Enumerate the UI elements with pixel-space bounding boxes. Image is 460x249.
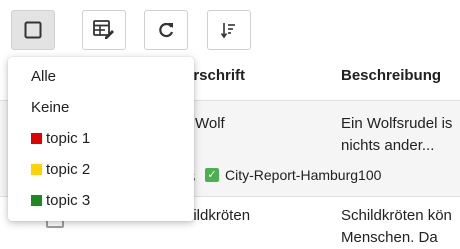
topic-color-swatch: [31, 133, 42, 144]
topic-color-swatch: [31, 164, 42, 175]
checkbox-icon: [24, 21, 42, 39]
tag-chip[interactable]: ✓ City-Report-Hamburg100: [205, 167, 381, 183]
column-header-title[interactable]: erschrift: [185, 67, 245, 84]
row-title: hildkröten: [185, 207, 251, 224]
edit-table-button[interactable]: [82, 10, 126, 50]
menu-item-label: Alle: [31, 68, 57, 85]
row-description: Schildkröten kön: [341, 207, 452, 224]
check-icon: ✓: [205, 168, 219, 182]
menu-item-topic-2[interactable]: topic 2: [8, 154, 194, 185]
menu-item-all[interactable]: Alle: [8, 61, 194, 92]
refresh-icon: [156, 20, 176, 40]
sort-icon: [220, 21, 238, 39]
column-header-description[interactable]: Beschreibung: [341, 67, 441, 84]
sort-button[interactable]: [207, 10, 251, 50]
menu-item-label: topic 2: [46, 161, 91, 178]
menu-item-topic-3[interactable]: topic 3: [8, 185, 194, 216]
select-checkbox-button[interactable]: [11, 10, 55, 50]
menu-item-topic-1[interactable]: topic 1: [8, 123, 194, 154]
row-description: nichts ander...: [341, 137, 435, 154]
topic-color-swatch: [31, 195, 42, 206]
menu-item-label: topic 1: [46, 130, 91, 147]
row-title: Wolf: [195, 115, 225, 132]
tag-label: City-Report-Hamburg100: [225, 167, 382, 183]
filter-dropdown-menu: Alle Keine topic 1 topic 2 topic 3: [8, 57, 194, 221]
menu-item-label: topic 3: [46, 192, 91, 209]
menu-item-none[interactable]: Keine: [8, 92, 194, 123]
menu-item-label: Keine: [31, 99, 70, 116]
row-description: Menschen. Da: [341, 229, 438, 246]
row-description: Ein Wolfsrudel is: [341, 115, 453, 132]
refresh-button[interactable]: [144, 10, 188, 50]
table-edit-icon: [93, 20, 115, 40]
